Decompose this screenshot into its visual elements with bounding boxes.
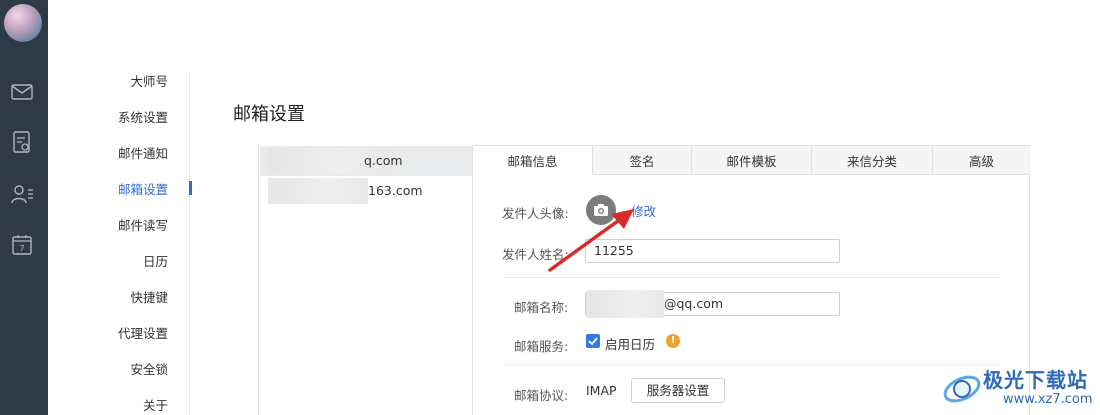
account-list: q.com 163.com <box>258 145 473 415</box>
mailbox-name-label: 邮箱名称: <box>514 300 569 315</box>
tab-signature[interactable]: 签名 <box>593 146 692 175</box>
tab-bar: 邮箱信息 签名 邮件模板 来信分类 高级 <box>473 146 1030 175</box>
nav-item-master-account[interactable]: 大师号 <box>48 71 168 90</box>
redacted-address <box>268 178 368 204</box>
camera-icon <box>594 204 608 216</box>
nav-item-mail-read-write[interactable]: 邮件读写 <box>48 215 168 234</box>
mail-icon[interactable] <box>10 80 34 104</box>
edit-avatar-link[interactable]: 修改 <box>631 201 656 220</box>
mailbox-service-label: 邮箱服务: <box>514 339 569 354</box>
protocol-label: 邮箱协议: <box>514 388 569 403</box>
watermark-url: www.xz7.com <box>1003 392 1093 407</box>
calendar-checkbox-label[interactable]: 启用日历 <box>605 334 655 353</box>
tab-incoming-categories[interactable]: 来信分类 <box>812 146 933 175</box>
warning-icon[interactable]: ! <box>666 334 680 348</box>
calendar-checkbox[interactable] <box>586 334 600 348</box>
app-rail: 7 <box>0 0 48 415</box>
nav-item-proxy-settings[interactable]: 代理设置 <box>48 323 168 342</box>
nav-item-calendar[interactable]: 日历 <box>48 251 168 270</box>
account-domain: 163.com <box>368 183 423 198</box>
nav-active-indicator <box>189 181 192 195</box>
account-domain: q.com <box>364 153 403 168</box>
tab-advanced[interactable]: 高级 <box>933 146 1030 175</box>
nav-item-shortcuts[interactable]: 快捷键 <box>48 287 168 306</box>
account-item-qq[interactable]: q.com <box>260 146 473 176</box>
sender-name-label: 发件人姓名: <box>502 247 569 262</box>
nav-item-mail-notification[interactable]: 邮件通知 <box>48 143 168 162</box>
notes-icon[interactable] <box>10 130 34 154</box>
avatar-placeholder[interactable] <box>586 195 616 225</box>
calendar-day: 7 <box>19 244 24 253</box>
tab-mailbox-info[interactable]: 邮箱信息 <box>473 146 593 175</box>
avatar-label: 发件人头像: <box>502 206 569 221</box>
checkmark-icon <box>588 337 598 346</box>
watermark-title: 极光下载站 <box>983 368 1088 392</box>
section-divider <box>503 364 1000 365</box>
redacted-address <box>586 290 664 318</box>
section-divider <box>503 277 1000 278</box>
account-item-163[interactable]: 163.com <box>260 176 473 206</box>
nav-item-mailbox-settings[interactable]: 邮箱设置 <box>48 179 168 198</box>
server-settings-button[interactable]: 服务器设置 <box>631 378 725 403</box>
user-avatar[interactable] <box>4 4 42 42</box>
page-title: 邮箱设置 <box>233 104 305 125</box>
contacts-icon[interactable] <box>10 182 34 206</box>
nav-item-security-lock[interactable]: 安全锁 <box>48 359 168 378</box>
protocol-value: IMAP <box>586 383 617 398</box>
tab-mail-templates[interactable]: 邮件模板 <box>692 146 812 175</box>
nav-item-about[interactable]: 关于 <box>48 395 168 414</box>
mailbox-name-input[interactable]: @qq.com <box>585 290 840 318</box>
nav-item-system-settings[interactable]: 系统设置 <box>48 107 168 126</box>
nav-divider <box>189 72 190 415</box>
mailbox-name-value: @qq.com <box>664 296 724 311</box>
sender-name-input[interactable]: 11255 <box>585 239 840 263</box>
calendar-icon[interactable]: 7 <box>10 233 34 257</box>
